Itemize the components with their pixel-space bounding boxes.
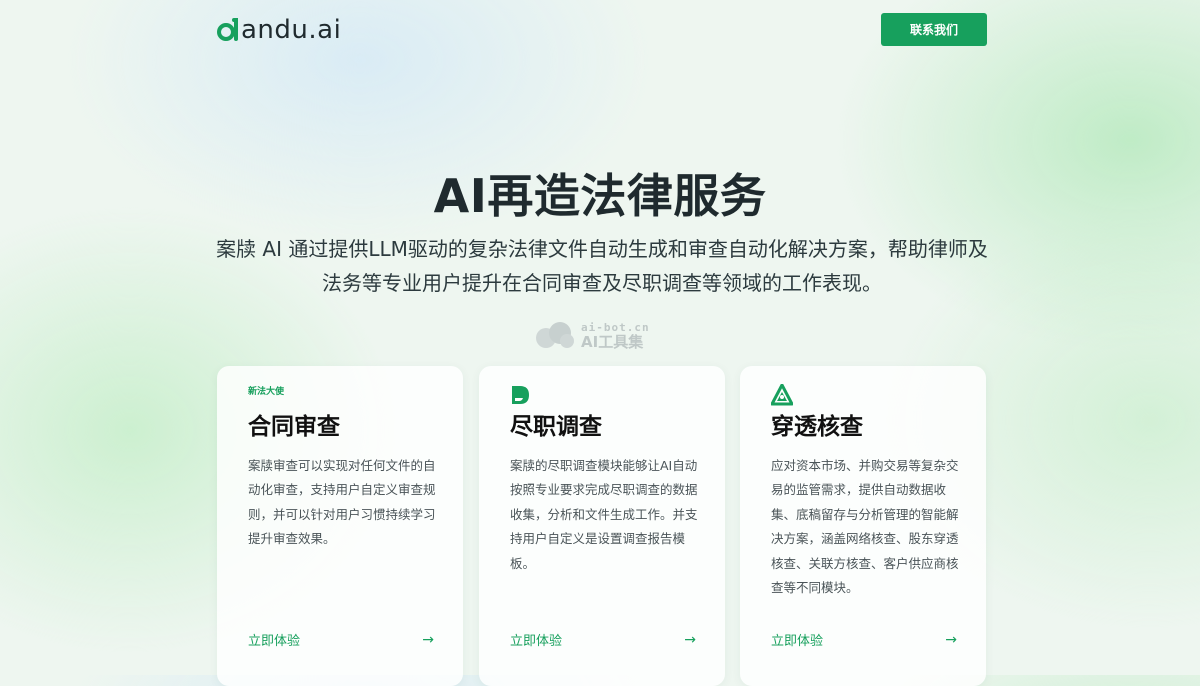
arrow-right-icon: → [684, 631, 696, 648]
card-link-label: 立即体验 [510, 634, 563, 649]
hero-subtitle: 案牍 AI 通过提供LLM驱动的复杂法律文件自动生成和审查自动化解决方案，帮助律… [216, 237, 988, 295]
logo-text: andu.ai [241, 15, 342, 45]
watermark-logo-icon [536, 322, 574, 348]
triangle-network-icon [770, 383, 807, 406]
law-seal-text-top: 新法大使 [248, 385, 284, 397]
document-d-icon [510, 384, 546, 406]
card-description: 案牍的尽职调查模块能够让AI自动按照专业要求完成尽职调查的数据收集，分析和文件生… [510, 458, 698, 571]
card-penetration-check: 穿透核查 应对资本市场、并购交易等复杂交易的监管需求，提供自动数据收集、底稿留存… [740, 366, 986, 686]
arrow-right-icon: → [422, 631, 434, 648]
card-title: 合同审查 [248, 414, 340, 440]
watermark: ai-bot.cn AI工具集 [533, 320, 650, 350]
card-description: 应对资本市场、并购交易等复杂交易的监管需求，提供自动数据收集、底稿留存与分析管理… [771, 458, 959, 596]
law-seal-icon: 新法大使 [248, 384, 285, 406]
site-logo[interactable]: andu.ai [217, 14, 341, 46]
card-title: 尽职调查 [510, 414, 602, 440]
card-contract-review: 新法大使 合同审查 案牍审查可以实现对任何文件的自动化审查，支持用户自定义审查规… [217, 366, 463, 686]
card-try-link[interactable]: 立即体验 → [771, 630, 957, 650]
card-try-link[interactable]: 立即体验 → [510, 630, 696, 650]
contact-us-button[interactable]: 联系我们 [881, 13, 987, 46]
card-link-label: 立即体验 [771, 634, 824, 649]
card-title: 穿透核查 [771, 414, 863, 440]
hero-title: AI再造法律服务 [433, 169, 767, 223]
card-due-diligence: 尽职调查 案牍的尽职调查模块能够让AI自动按照专业要求完成尽职调查的数据收集，分… [479, 366, 725, 686]
card-link-label: 立即体验 [248, 634, 301, 649]
arrow-right-icon: → [945, 631, 957, 648]
watermark-name: AI工具集 [581, 333, 644, 351]
logo-mark-icon [217, 18, 238, 41]
card-description: 案牍审查可以实现对任何文件的自动化审查，支持用户自定义审查规则，并可以针对用户习… [248, 458, 436, 547]
card-try-link[interactable]: 立即体验 → [248, 630, 434, 650]
